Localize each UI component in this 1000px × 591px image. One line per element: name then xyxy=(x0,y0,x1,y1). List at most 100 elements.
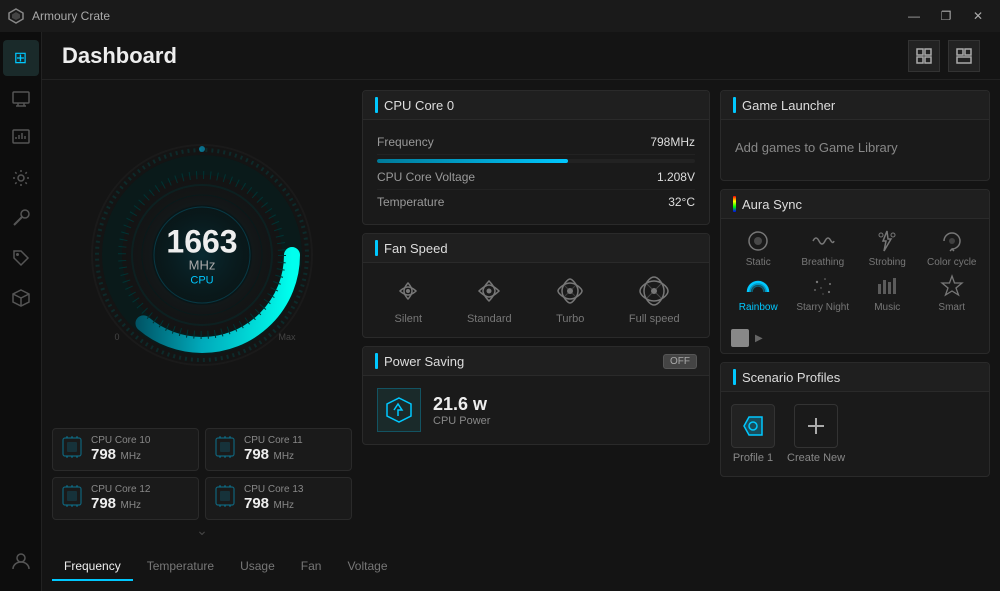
fan-option-standard[interactable]: Standard xyxy=(467,275,512,325)
temp-label: Temperature xyxy=(377,195,444,209)
core-item-11: CPU Core 11 798 MHz xyxy=(205,428,352,471)
aura-sync-card: Aura Sync Static xyxy=(720,189,990,354)
sidebar-item-monitor[interactable] xyxy=(3,120,39,156)
aura-music[interactable]: Music xyxy=(858,274,917,313)
tab-frequency[interactable]: Frequency xyxy=(52,553,133,581)
aura-sync-title: Aura Sync xyxy=(742,197,802,212)
gauge-value: 1663 xyxy=(166,226,237,258)
starry-night-icon xyxy=(811,274,835,298)
tab-temperature[interactable]: Temperature xyxy=(135,553,226,581)
color-arrow: ▶ xyxy=(755,333,763,344)
cpu-core-card: CPU Core 0 Frequency 798MHz CPU Core Vol… xyxy=(362,90,710,225)
app-title: Armoury Crate xyxy=(32,9,900,23)
core-freq-13: 798 MHz xyxy=(244,495,303,513)
core-freq-10: 798 MHz xyxy=(91,446,150,464)
gauge-area: 0 Max 1663 MHz CPU xyxy=(52,90,352,420)
middle-panel: CPU Core 0 Frequency 798MHz CPU Core Vol… xyxy=(362,90,710,581)
power-body: 21.6 w CPU Power xyxy=(363,376,709,444)
scenario-profiles-card: Scenario Profiles Profile 1 xyxy=(720,362,990,477)
core-name-13: CPU Core 13 xyxy=(244,484,303,495)
list-view-button[interactable] xyxy=(948,40,980,72)
strobing-icon xyxy=(875,229,899,253)
app-icon xyxy=(8,8,24,24)
color-swatch-1[interactable] xyxy=(731,329,749,347)
minimize-button[interactable]: — xyxy=(900,6,928,26)
sidebar-item-tag[interactable] xyxy=(3,240,39,276)
core-name-11: CPU Core 11 xyxy=(244,435,303,446)
core-name-10: CPU Core 10 xyxy=(91,435,150,446)
close-button[interactable]: ✕ xyxy=(964,6,992,26)
sidebar-item-wrench[interactable] xyxy=(3,200,39,236)
aura-breathing[interactable]: Breathing xyxy=(794,229,853,268)
power-saving-toggle[interactable]: OFF xyxy=(663,354,697,369)
fan-option-silent[interactable]: Silent xyxy=(392,275,424,325)
sidebar-item-home[interactable]: ⊞ xyxy=(3,40,39,76)
sidebar-item-user[interactable] xyxy=(3,543,39,579)
scroll-indicator: ⌄ xyxy=(52,522,352,539)
header-actions xyxy=(908,40,980,72)
fan-option-turbo[interactable]: Turbo xyxy=(554,275,586,325)
aura-strobing[interactable]: Strobing xyxy=(858,229,917,268)
game-launcher-title: Game Launcher xyxy=(742,98,835,113)
bottom-tabs: Frequency Temperature Usage Fan Voltage xyxy=(52,545,352,581)
fan-option-full[interactable]: Full speed xyxy=(629,275,680,325)
gauge-container: 0 Max 1663 MHz CPU xyxy=(82,135,322,375)
game-launcher-text: Add games to Game Library xyxy=(735,140,898,155)
window-controls: — ❐ ✕ xyxy=(900,6,992,26)
fan-speed-header: Fan Speed xyxy=(363,234,709,263)
music-icon xyxy=(875,274,899,298)
gauge-center: 1663 MHz CPU xyxy=(166,226,237,287)
freq-value: 798MHz xyxy=(650,135,695,149)
core-info-13: CPU Core 13 798 MHz xyxy=(244,484,303,513)
smart-icon xyxy=(940,274,964,298)
profile-1-label: Profile 1 xyxy=(733,452,773,464)
core-info-10: CPU Core 10 798 MHz xyxy=(91,435,150,464)
freq-bar-fill xyxy=(377,159,568,163)
aura-header-accent xyxy=(733,196,736,212)
core-item-12: CPU Core 12 798 MHz xyxy=(52,477,199,520)
aura-rainbow[interactable]: Rainbow xyxy=(729,274,788,313)
aura-color-cycle[interactable]: Color cycle xyxy=(923,229,982,268)
grid-view-button[interactable] xyxy=(908,40,940,72)
power-value: 21.6 w xyxy=(433,394,490,415)
aura-starry-night[interactable]: Starry Night xyxy=(794,274,853,313)
left-panel: 0 Max 1663 MHz CPU xyxy=(52,90,352,581)
scenario-header-accent xyxy=(733,369,736,385)
game-launcher-body: Add games to Game Library xyxy=(721,120,989,180)
power-header-accent xyxy=(375,353,378,369)
header-accent xyxy=(375,97,378,113)
power-label: CPU Power xyxy=(433,415,490,427)
power-saving-title: Power Saving xyxy=(384,354,464,369)
asus-power-icon xyxy=(377,388,421,432)
core-info-12: CPU Core 12 798 MHz xyxy=(91,484,150,513)
sidebar-item-device[interactable] xyxy=(3,80,39,116)
sidebar-item-box[interactable] xyxy=(3,280,39,316)
aura-sync-header: Aura Sync xyxy=(721,190,989,219)
maximize-button[interactable]: ❐ xyxy=(932,6,960,26)
tab-usage[interactable]: Usage xyxy=(228,553,287,581)
tab-fan[interactable]: Fan xyxy=(289,553,334,581)
fan-header-accent xyxy=(375,240,378,256)
cpu-core-title: CPU Core 0 xyxy=(384,98,454,113)
profile-1[interactable]: Profile 1 xyxy=(731,404,775,464)
power-saving-card: Power Saving OFF 21.6 w xyxy=(362,346,710,445)
create-new-profile[interactable]: Create New xyxy=(787,404,845,464)
core-item-13: CPU Core 13 798 MHz xyxy=(205,477,352,520)
profile-1-icon xyxy=(731,404,775,448)
sidebar-item-settings[interactable] xyxy=(3,160,39,196)
core-freq-12: 798 MHz xyxy=(91,495,150,513)
fan-standard-icon xyxy=(473,275,505,307)
power-saving-title-group: Power Saving xyxy=(375,353,464,369)
cpu-core-icon xyxy=(61,436,83,463)
game-header-accent xyxy=(733,97,736,113)
aura-smart[interactable]: Smart xyxy=(923,274,982,313)
titlebar: Armoury Crate — ❐ ✕ xyxy=(0,0,1000,32)
cpu-core-header: CPU Core 0 xyxy=(363,91,709,120)
sidebar: ⊞ xyxy=(0,32,42,591)
aura-static[interactable]: Static xyxy=(729,229,788,268)
core-grid: CPU Core 10 798 MHz xyxy=(52,428,352,520)
core-info-11: CPU Core 11 798 MHz xyxy=(244,435,303,464)
cpu-core-icon-12 xyxy=(61,485,83,512)
page-title: Dashboard xyxy=(62,43,908,69)
cpu-row-voltage: CPU Core Voltage 1.208V xyxy=(377,165,695,190)
